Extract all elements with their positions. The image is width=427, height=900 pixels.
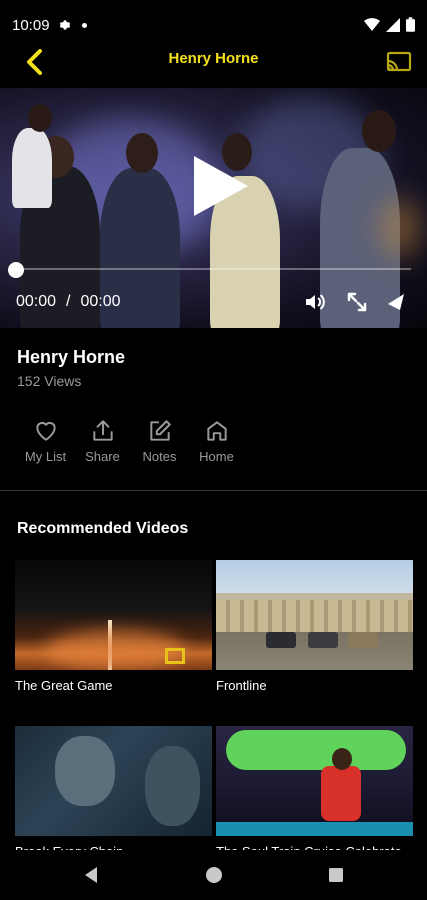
video-player[interactable]: 00:00 / 00:00 xyxy=(0,88,427,328)
divider xyxy=(0,490,427,491)
back-triangle-icon[interactable] xyxy=(81,864,103,886)
video-card[interactable]: Frontline xyxy=(216,560,413,693)
home-icon xyxy=(206,421,227,441)
video-card[interactable]: The Soul Train Cruise Celebrate xyxy=(216,726,413,859)
video-card[interactable]: The Great Game xyxy=(15,560,212,693)
battery-icon xyxy=(406,17,415,32)
cast-icon xyxy=(386,51,412,72)
video-card[interactable]: Break Every Chain xyxy=(15,726,212,859)
system-nav-bar xyxy=(0,850,427,900)
wifi-icon xyxy=(364,17,380,31)
my-list-label: My List xyxy=(24,449,67,464)
time-separator: / xyxy=(66,293,71,310)
home-label: Home xyxy=(199,449,234,464)
view-count: 152 Views xyxy=(17,373,82,389)
seek-thumb[interactable] xyxy=(8,262,24,278)
recommended-heading: Recommended Videos xyxy=(17,520,189,537)
video-thumbnail xyxy=(216,560,413,670)
volume-icon[interactable] xyxy=(303,290,327,314)
natgeo-logo xyxy=(165,648,185,664)
page-title: Henry Horne xyxy=(168,50,259,67)
share-icon xyxy=(92,420,113,441)
status-time: 10:09 xyxy=(12,17,50,34)
notes-label: Notes xyxy=(142,449,177,464)
home-button[interactable]: Home xyxy=(188,418,245,464)
action-row: My List Share Notes Home xyxy=(17,418,245,464)
gear-icon xyxy=(59,20,71,30)
seek-bar[interactable] xyxy=(16,268,411,270)
share-button[interactable]: Share xyxy=(74,418,131,464)
airplay-icon[interactable] xyxy=(386,290,410,314)
video-title: Henry Horne xyxy=(17,347,126,367)
heart-icon xyxy=(35,421,56,441)
musician xyxy=(12,128,52,208)
play-icon[interactable] xyxy=(192,154,250,218)
time-display: 00:00 / 00:00 xyxy=(16,293,121,311)
video-card-title: The Great Game xyxy=(15,678,113,693)
home-circle-icon[interactable] xyxy=(203,864,225,886)
edit-icon xyxy=(149,420,171,441)
video-thumbnail xyxy=(15,726,212,836)
video-thumbnail xyxy=(15,560,212,670)
duration: 00:00 xyxy=(80,293,121,310)
fullscreen-icon[interactable] xyxy=(345,290,369,314)
share-label: Share xyxy=(85,449,120,464)
top-app-bar: Henry Horne xyxy=(0,40,427,88)
cast-button[interactable] xyxy=(385,48,413,76)
video-thumbnail xyxy=(216,726,413,836)
video-card-title: Frontline xyxy=(216,678,267,693)
status-bar: 10:09 xyxy=(0,0,427,40)
current-time: 00:00 xyxy=(16,293,57,310)
recents-square-icon[interactable] xyxy=(325,864,347,886)
signal-icon xyxy=(386,17,400,32)
my-list-button[interactable]: My List xyxy=(17,418,74,464)
dot-icon xyxy=(82,22,87,28)
notes-button[interactable]: Notes xyxy=(131,418,188,464)
